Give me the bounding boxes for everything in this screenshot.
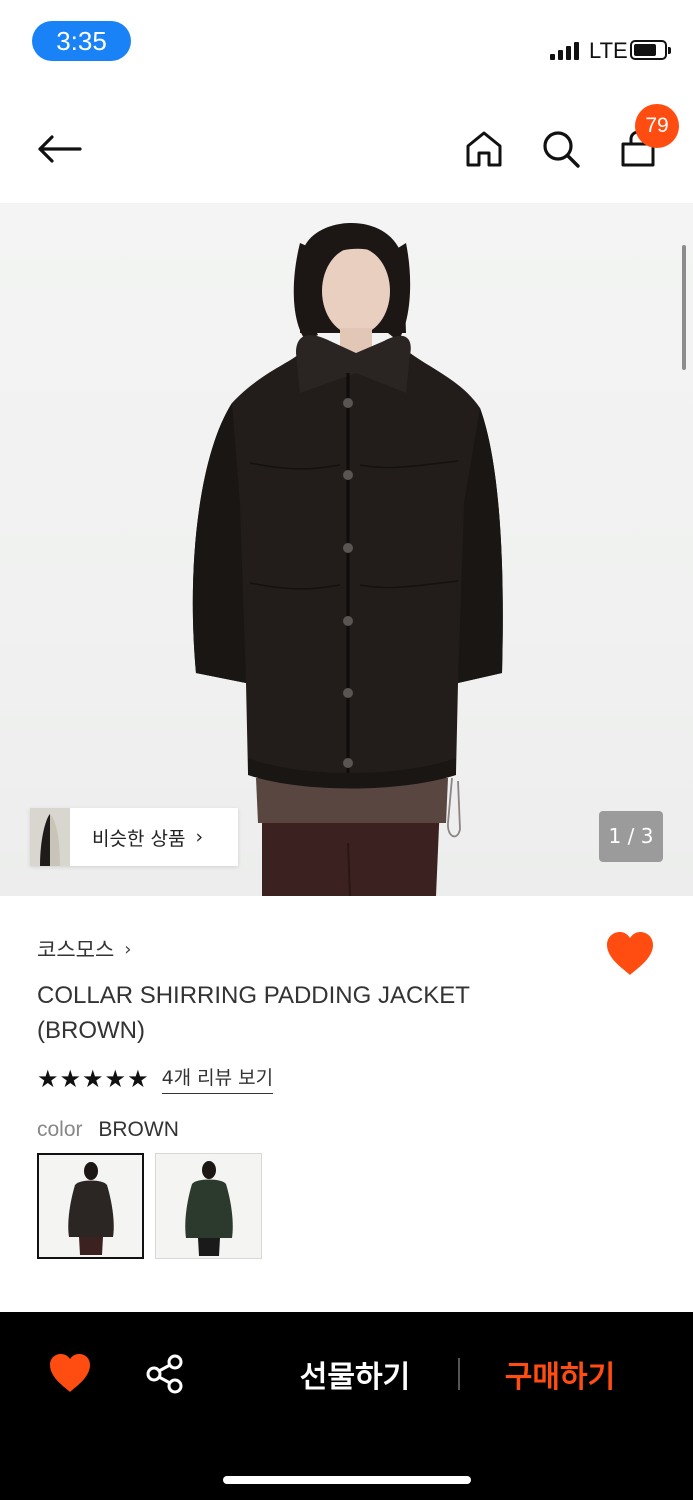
- home-icon: [466, 131, 502, 167]
- divider: [458, 1358, 460, 1390]
- search-icon: [543, 131, 580, 168]
- signal-icon: [550, 42, 582, 60]
- heart-icon[interactable]: [48, 1352, 92, 1394]
- product-title: COLLAR SHIRRING PADDING JACKET (BROWN): [37, 982, 470, 1044]
- gallery-scroll-indicator: [682, 245, 686, 370]
- status-bar: 3:35 LTE: [0, 0, 693, 90]
- view-reviews-link[interactable]: 4개 리뷰 보기: [161, 1063, 274, 1094]
- cart-count-badge: 79: [635, 104, 679, 148]
- product-image-gallery[interactable]: 비슷한 상품 › 1 / 3: [0, 203, 693, 896]
- home-button[interactable]: [459, 124, 509, 174]
- home-indicator: [223, 1476, 471, 1484]
- battery-icon: [630, 40, 671, 60]
- status-time: 3:35: [32, 21, 131, 61]
- color-row: color BROWN: [37, 1118, 179, 1142]
- chevron-right-icon: ›: [195, 826, 204, 848]
- wishlist-heart-icon[interactable]: [605, 930, 655, 978]
- color-value: BROWN: [98, 1118, 179, 1141]
- gift-button[interactable]: 선물하기: [285, 1352, 425, 1396]
- color-swatch-brown[interactable]: [37, 1153, 144, 1259]
- search-button[interactable]: [536, 124, 586, 174]
- brand-link[interactable]: 코스모스 ›: [37, 934, 131, 964]
- rating-row: ★★★★★ 4개 리뷰 보기: [37, 1063, 274, 1094]
- product-photo: [192, 223, 503, 896]
- rating-stars: ★★★★★: [37, 1064, 150, 1093]
- buy-button[interactable]: 구매하기: [490, 1352, 630, 1396]
- network-type: LTE: [589, 38, 628, 63]
- chevron-right-icon: ›: [124, 938, 132, 960]
- top-nav: [0, 100, 693, 200]
- image-page-counter: 1 / 3: [599, 811, 663, 862]
- similar-products-label: 비슷한 상품: [92, 827, 186, 850]
- color-swatch-khaki[interactable]: [155, 1153, 262, 1259]
- similar-products-button[interactable]: 비슷한 상품 ›: [30, 808, 238, 866]
- color-label: color: [37, 1118, 83, 1141]
- back-button[interactable]: [34, 124, 84, 174]
- brand-name: 코스모스: [37, 938, 115, 962]
- similar-product-thumbnail: [30, 808, 70, 866]
- arrow-left-icon: [38, 135, 82, 163]
- share-icon[interactable]: [145, 1354, 185, 1394]
- bottom-action-bar: 선물하기 구매하기: [0, 1312, 693, 1500]
